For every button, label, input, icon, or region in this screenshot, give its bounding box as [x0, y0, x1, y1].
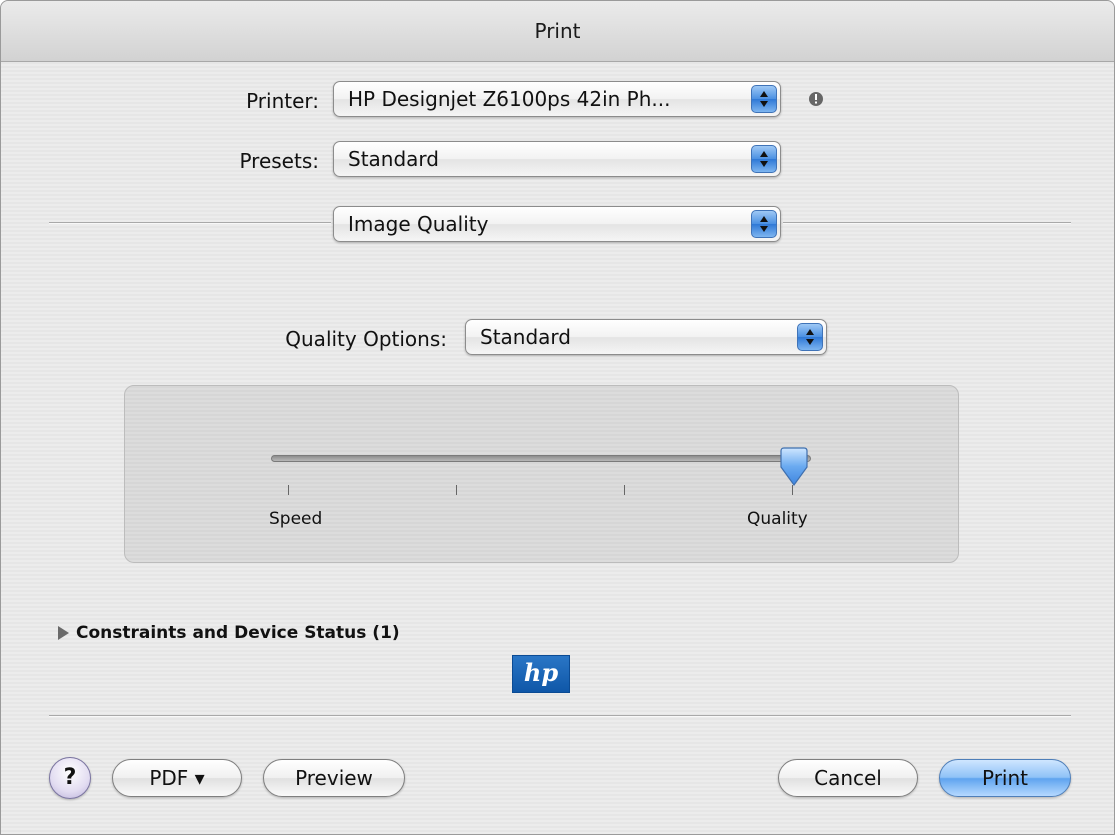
presets-label: Presets:	[239, 149, 319, 173]
quality-slider-thumb[interactable]	[778, 447, 810, 487]
panel-popup[interactable]: Image Quality	[333, 206, 781, 242]
window-title: Print	[1, 1, 1114, 62]
quality-options-value: Standard	[480, 325, 571, 349]
popup-arrows-icon	[751, 210, 777, 238]
printer-label: Printer:	[246, 89, 319, 113]
slider-tick	[624, 485, 625, 495]
cancel-button[interactable]: Cancel	[778, 759, 918, 797]
quality-slider-track[interactable]	[271, 455, 811, 462]
constraints-label: Constraints and Device Status (1)	[76, 623, 400, 643]
preview-button[interactable]: Preview	[263, 759, 405, 797]
presets-value: Standard	[348, 147, 439, 171]
help-button[interactable]: ?	[49, 757, 91, 799]
print-dialog: Print Printer: HP Designjet Z6100ps 42in…	[0, 0, 1115, 835]
slider-min-label: Speed	[269, 509, 323, 529]
presets-popup[interactable]: Standard	[333, 141, 781, 177]
slider-tick	[456, 485, 457, 495]
quality-options-popup[interactable]: Standard	[465, 319, 827, 355]
popup-arrows-icon	[751, 85, 777, 113]
panel-value: Image Quality	[348, 212, 489, 236]
slider-max-label: Quality	[747, 509, 808, 529]
printer-popup[interactable]: HP Designjet Z6100ps 42in Ph...	[333, 81, 781, 117]
separator	[49, 715, 1071, 717]
exclamation-circle-icon[interactable]	[807, 90, 825, 108]
hp-logo: hp	[512, 655, 570, 693]
printer-value: HP Designjet Z6100ps 42in Ph...	[348, 87, 671, 111]
popup-arrows-icon	[797, 323, 823, 351]
print-button[interactable]: Print	[939, 759, 1071, 797]
slider-tick	[288, 485, 289, 495]
quality-options-label: Quality Options:	[285, 327, 447, 351]
separator	[783, 222, 1071, 224]
disclosure-triangle-right-icon[interactable]	[56, 625, 70, 641]
quality-slider-panel	[124, 385, 959, 563]
pdf-button[interactable]: PDF ▾	[112, 759, 242, 797]
popup-arrows-icon	[751, 145, 777, 173]
separator	[49, 222, 331, 224]
